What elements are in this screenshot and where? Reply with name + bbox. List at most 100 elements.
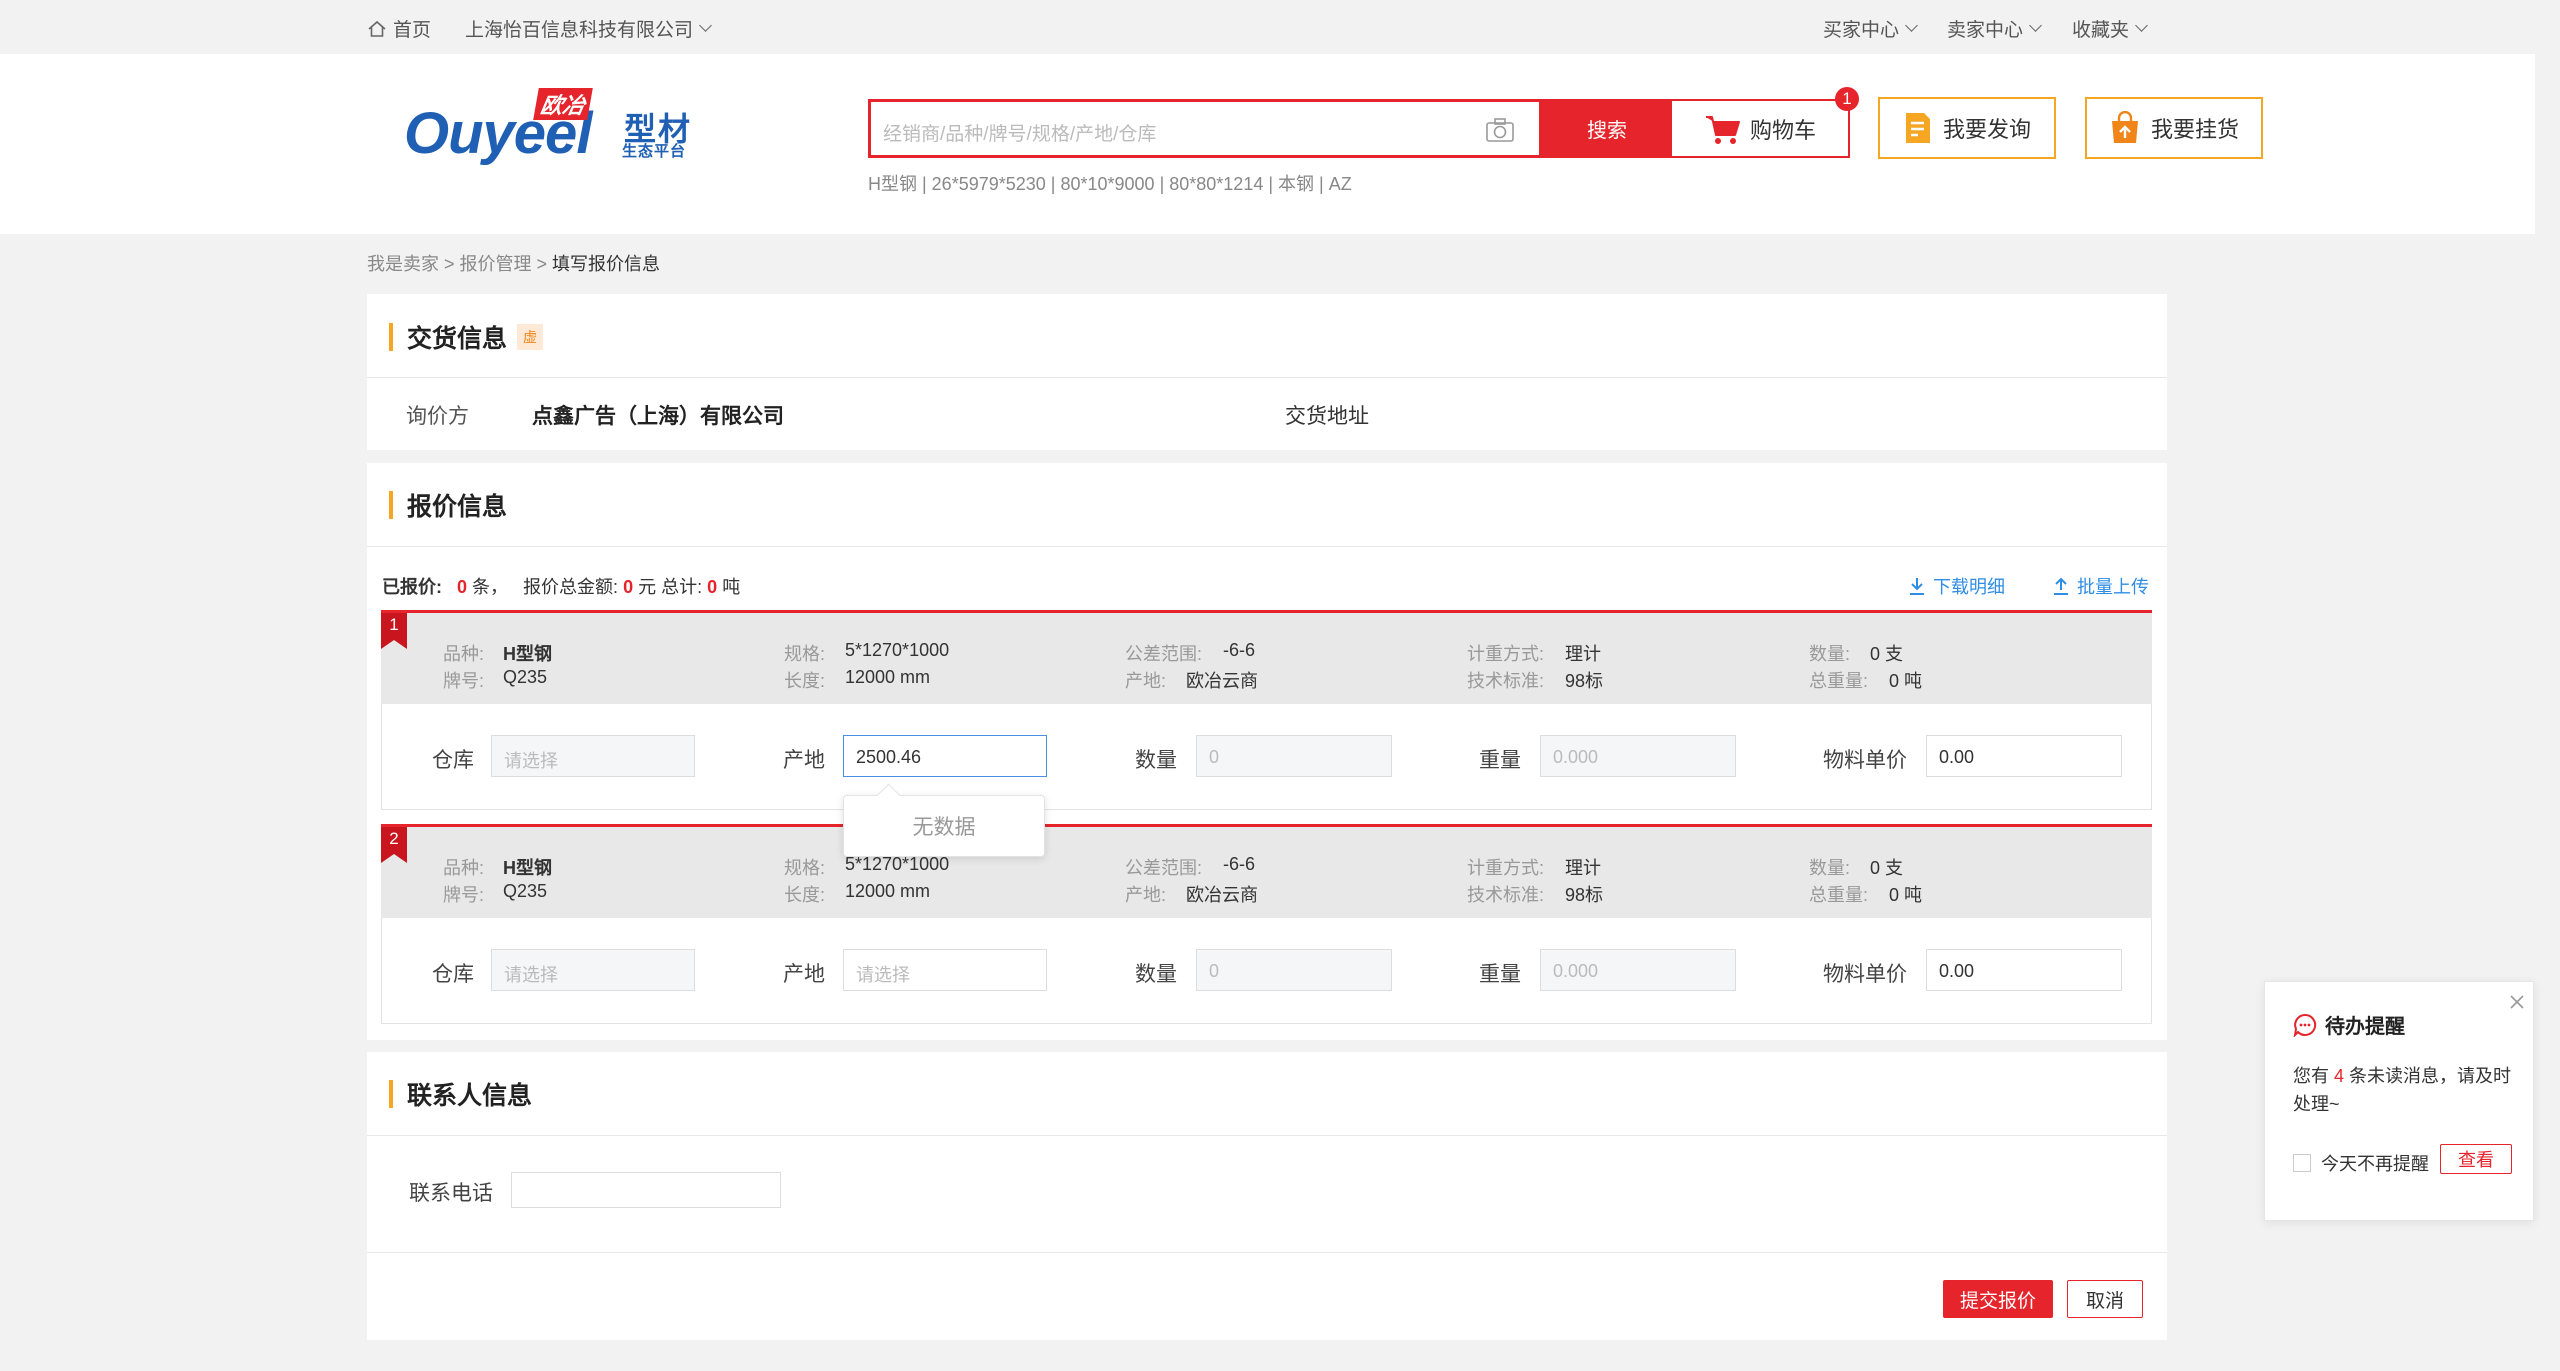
checkbox[interactable] [2293, 1154, 2311, 1172]
favorites-menu[interactable]: 收藏夹 [2072, 15, 2148, 42]
grade-label: 牌号: [443, 671, 485, 691]
length-value: 12000 mm [845, 667, 931, 687]
top-bar: 首页 上海怡百信息科技有限公司 买家中心 卖家中心 收藏夹 [0, 0, 2560, 54]
phone-input[interactable] [511, 1172, 781, 1208]
dont-remind-checkbox[interactable]: 今天不再提醒 [2293, 1150, 2429, 1176]
qty-value: 0 支 [1870, 858, 1904, 878]
tolerance-value: -6-6 [1223, 854, 1256, 874]
origin-select[interactable]: 2500.46 [843, 735, 1047, 777]
item-input-row: 仓库 请选择 产地 请选择 数量 0 重量 0.000 物料单价 0.00 [381, 918, 2152, 1024]
address-label: 交货地址 [1285, 405, 1369, 428]
summary-label: 已报价: [382, 577, 442, 597]
origin-value: 欧冶云商 [1186, 885, 1258, 905]
standard-value: 98标 [1565, 671, 1604, 691]
price-input[interactable]: 0.00 [1926, 735, 2122, 777]
cart-label: 购物车 [1749, 117, 1816, 143]
seller-center-label: 卖家中心 [1947, 20, 2024, 41]
quantity-label: 数量 [1135, 963, 1177, 986]
search-box[interactable]: 经销商/品种/牌号/规格/产地/仓库 [868, 99, 1542, 158]
weight-input[interactable]: 0.000 [1540, 949, 1736, 991]
quantity-input[interactable]: 0 [1196, 735, 1392, 777]
home-icon [368, 20, 386, 37]
logo[interactable]: Ouyeel 欧冶 型材 生态平台 [404, 88, 704, 168]
close-icon[interactable] [2509, 994, 2525, 1010]
upload-label: 批量上传 [2077, 577, 2149, 597]
variety-value: H型钢 [503, 644, 552, 664]
breadcrumb-quote-mgmt[interactable]: 报价管理 [460, 254, 532, 274]
breadcrumb-seller[interactable]: 我是卖家 [367, 254, 439, 274]
logo-cn-top: 欧冶 [533, 88, 593, 120]
origin-label: 产地: [1125, 885, 1167, 905]
hot-keywords[interactable]: H型钢 | 26*5979*5230 | 80*10*9000 | 80*80*… [868, 170, 1352, 196]
home-label: 首页 [393, 20, 432, 41]
price-label: 物料单价 [1823, 963, 1907, 986]
quote-title-text: 报价信息 [407, 493, 508, 521]
grade-value: Q235 [503, 881, 548, 901]
seller-center-menu[interactable]: 卖家中心 [1947, 15, 2042, 42]
origin-select[interactable]: 请选择 [843, 949, 1047, 991]
delivery-panel: 交货信息 虚 询价方 点鑫广告（上海）有限公司 交货地址 [367, 294, 2167, 450]
quote-summary: 已报价: 0 条， 报价总金额: 0 元 总计: 0 吨 [382, 573, 740, 599]
summary-count-unit: 条， [472, 577, 509, 597]
chevron-down-icon [699, 19, 712, 32]
delivery-title: 交货信息 虚 [389, 319, 544, 355]
warehouse-label: 仓库 [432, 963, 474, 986]
price-label: 物料单价 [1823, 749, 1907, 772]
spec-value: 5*1270*1000 [845, 640, 950, 660]
inquiry-button[interactable]: 我要发询 [1878, 97, 2056, 159]
summary-count: 0 [457, 577, 468, 597]
origin-dropdown-empty: 无数据 [843, 795, 1045, 857]
price-input[interactable]: 0.00 [1926, 949, 2122, 991]
variety-value: H型钢 [503, 858, 552, 878]
listing-button[interactable]: 我要挂货 [2085, 97, 2263, 159]
total-weight-label: 总重量: [1809, 885, 1869, 905]
contact-panel: 联系人信息 联系电话 提交报价 取消 [367, 1052, 2167, 1340]
grade-value: Q235 [503, 667, 548, 687]
phone-label: 联系电话 [409, 1182, 493, 1205]
summary-weight: 0 [707, 577, 718, 597]
item-input-row: 仓库 请选择 产地 2500.46 数量 0 重量 0.000 物料单价 0.0… [381, 704, 2152, 810]
document-edit-icon [1905, 113, 1930, 143]
view-button[interactable]: 查看 [2440, 1144, 2512, 1174]
weight-label: 重量 [1479, 749, 1521, 772]
home-link[interactable]: 首页 [367, 15, 431, 42]
search-placeholder: 经销商/品种/牌号/规格/产地/仓库 [883, 124, 1157, 145]
todo-msg-prefix: 您有 [2293, 1066, 2329, 1086]
batch-upload-link[interactable]: 批量上传 [2053, 573, 2149, 599]
favorites-label: 收藏夹 [2072, 20, 2130, 41]
quantity-input[interactable]: 0 [1196, 949, 1392, 991]
breadcrumb-separator: > [439, 254, 460, 274]
search-button[interactable]: 搜索 [1542, 99, 1672, 158]
length-label: 长度: [784, 671, 826, 691]
summary-weight-unit: 吨 [722, 577, 741, 597]
quote-item: 2 品种: H型钢 牌号: Q235 规格: 5*1270*1000 长度: 1… [381, 824, 2152, 1024]
delivery-title-text: 交货信息 [407, 325, 508, 353]
todo-message: 您有 4 条未读消息，请及时处理~ [2293, 1062, 2513, 1118]
contact-title-text: 联系人信息 [407, 1082, 533, 1110]
chevron-down-icon [1905, 19, 1918, 32]
length-value: 12000 mm [845, 881, 931, 901]
summary-amount-unit: 元 总计: [638, 577, 703, 597]
dont-remind-label: 今天不再提醒 [2321, 1154, 2429, 1174]
cart-button[interactable]: 购物车 [1672, 99, 1850, 158]
buyer-center-menu[interactable]: 买家中心 [1823, 15, 1918, 42]
tolerance-label: 公差范围: [1125, 644, 1203, 664]
total-weight-value: 0 吨 [1889, 885, 1923, 905]
breadcrumb-current: 填写报价信息 [552, 254, 661, 274]
shopping-bag-icon [2111, 111, 2138, 143]
company-dropdown[interactable]: 上海怡百信息科技有限公司 [465, 15, 712, 42]
submit-quote-button[interactable]: 提交报价 [1943, 1280, 2053, 1318]
spec-label: 规格: [784, 858, 826, 878]
download-detail-link[interactable]: 下载明细 [1909, 573, 2005, 599]
warehouse-label: 仓库 [432, 749, 474, 772]
tolerance-label: 公差范围: [1125, 858, 1203, 878]
camera-icon[interactable] [1485, 117, 1515, 143]
weight-input[interactable]: 0.000 [1540, 735, 1736, 777]
cart-count-badge: 1 [1835, 87, 1859, 111]
origin-field-label: 产地 [783, 963, 825, 986]
divider [367, 1135, 2167, 1136]
cancel-button[interactable]: 取消 [2067, 1280, 2143, 1318]
warehouse-select[interactable]: 请选择 [491, 949, 695, 991]
weight-label: 重量 [1479, 963, 1521, 986]
warehouse-select[interactable]: 请选择 [491, 735, 695, 777]
